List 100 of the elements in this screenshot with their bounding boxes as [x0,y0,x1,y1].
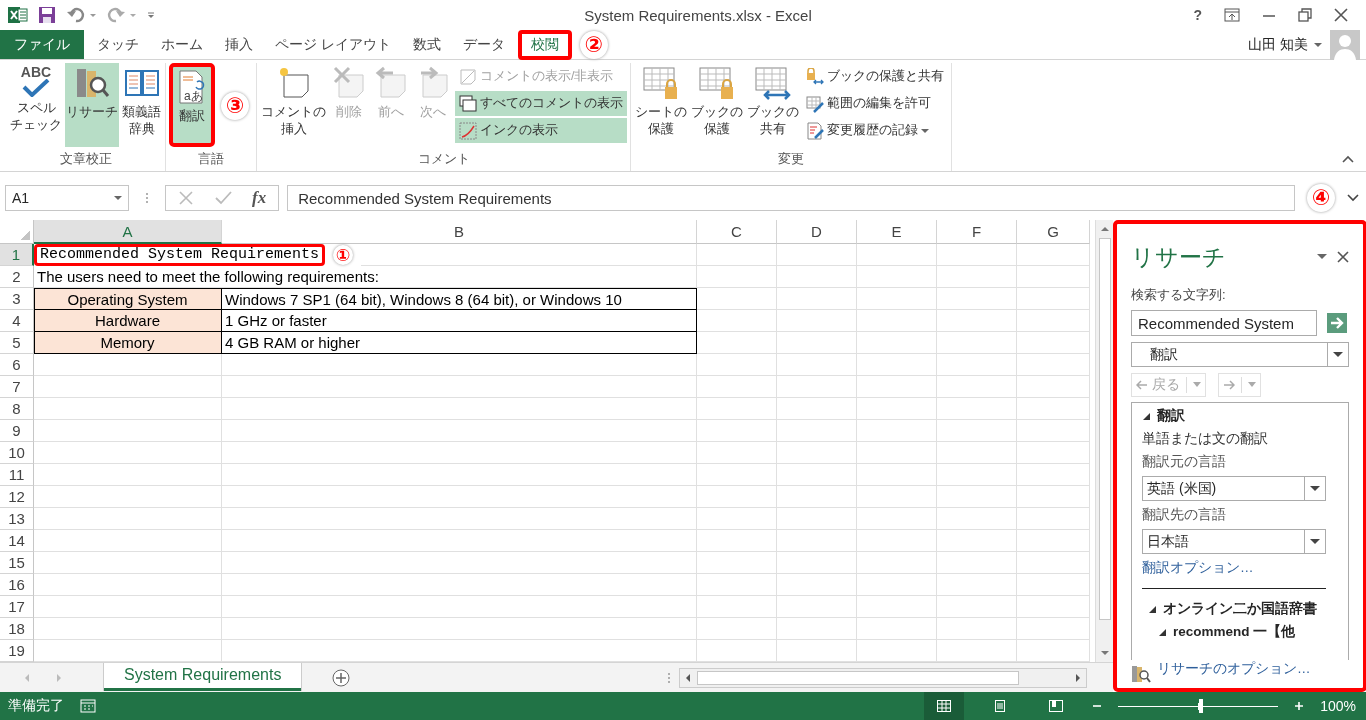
table-cell[interactable] [222,354,697,376]
source-language-dropdown[interactable]: 英語 (米国) [1142,476,1326,501]
table-cell[interactable] [777,288,857,310]
ribbon-button[interactable]: インクの表示 [455,118,627,143]
row-header[interactable]: 1 [0,244,34,266]
table-cell[interactable] [34,508,222,530]
table-cell[interactable] [777,508,857,530]
table-cell[interactable] [937,354,1017,376]
row-header[interactable]: 12 [0,486,34,508]
column-header[interactable]: G [1017,220,1090,244]
table-cell[interactable] [697,288,777,310]
ribbon-tab[interactable]: データ [453,30,514,59]
table-cell[interactable] [34,464,222,486]
table-cell[interactable] [34,442,222,464]
table-cell[interactable] [222,486,697,508]
table-cell[interactable] [1017,376,1090,398]
table-cell[interactable] [697,552,777,574]
table-cell[interactable] [222,420,697,442]
table-cell[interactable] [937,244,1017,266]
table-cell[interactable] [697,530,777,552]
table-cell[interactable] [937,464,1017,486]
restore-icon[interactable] [1298,8,1312,22]
table-cell[interactable] [697,464,777,486]
table-cell[interactable] [857,464,937,486]
table-cell[interactable] [777,420,857,442]
ribbon-button[interactable]: 類義語 辞典 [121,63,162,147]
translation-options-link[interactable]: 翻訳オプション… [1142,559,1254,577]
table-cell[interactable] [1017,530,1090,552]
ribbon-display-icon[interactable] [1224,8,1240,22]
ribbon-button[interactable]: コメントの 挿入 [260,63,327,147]
section-header[interactable]: オンライン二か国語辞書 [1142,600,1338,618]
go-arrow-button[interactable] [1327,313,1347,333]
table-cell[interactable] [857,266,937,288]
table-cell[interactable] [937,574,1017,596]
column-header[interactable]: A [34,220,222,244]
table-cell[interactable] [777,354,857,376]
table-cell[interactable] [1017,288,1090,310]
table-cell[interactable] [857,530,937,552]
row-header[interactable]: 18 [0,618,34,640]
table-cell[interactable] [777,596,857,618]
row-header[interactable]: 14 [0,530,34,552]
table-cell[interactable] [777,332,857,354]
table-cell[interactable] [1017,398,1090,420]
table-cell[interactable] [777,552,857,574]
row-header[interactable]: 9 [0,420,34,442]
table-cell[interactable] [777,310,857,332]
table-cell[interactable]: Recommended System Requirements [34,244,326,266]
table-cell[interactable] [697,376,777,398]
ribbon-button[interactable]: ブックの保護と共有 [802,64,948,89]
close-icon[interactable] [1334,8,1348,22]
right-arrow-icon[interactable] [1073,671,1083,684]
avatar-icon[interactable] [1330,29,1360,60]
ribbon-button[interactable]: リサーチ [65,63,119,147]
entry-header[interactable]: recommend 一【他 [1142,623,1338,641]
macro-recording-icon[interactable] [80,699,96,713]
table-cell[interactable] [697,442,777,464]
row-header[interactable]: 10 [0,442,34,464]
ribbon-button[interactable]: ブックの 共有 [746,63,800,147]
table-cell[interactable] [34,552,222,574]
caret-icon[interactable] [1317,254,1327,260]
table-cell[interactable] [937,486,1017,508]
table-cell[interactable] [1017,442,1090,464]
section-header[interactable]: 翻訳 [1142,407,1338,425]
ribbon-button[interactable]: aあ 翻訳 [169,63,215,147]
table-cell[interactable] [857,618,937,640]
research-options-link[interactable]: リサーチのオプション… [1157,660,1311,678]
table-cell[interactable] [777,398,857,420]
help-button[interactable]: ? [1193,7,1202,23]
table-cell[interactable] [777,266,857,288]
table-cell[interactable] [222,464,697,486]
ribbon-button[interactable]: すべてのコメントの表示 [455,91,627,116]
row-header[interactable]: 17 [0,596,34,618]
table-cell[interactable] [697,310,777,332]
table-cell[interactable] [697,508,777,530]
table-cell[interactable] [937,376,1017,398]
horizontal-scrollbar[interactable] [679,667,1087,688]
table-cell[interactable] [937,310,1017,332]
target-language-dropdown[interactable]: 日本語 [1142,529,1326,554]
search-field[interactable]: Recommended System [1131,310,1317,336]
expand-icon[interactable] [1347,194,1359,202]
cancel-icon[interactable] [178,190,194,206]
ribbon-button[interactable]: シートの 保護 [634,63,688,147]
table-cell[interactable] [777,574,857,596]
sheet-tab[interactable]: System Requirements [104,662,302,691]
table-cell[interactable] [857,508,937,530]
table-cell[interactable] [697,398,777,420]
zoom-in-icon[interactable] [1294,701,1305,711]
customize-toolbar-icon[interactable] [146,10,156,20]
table-cell[interactable] [857,288,937,310]
table-cell[interactable] [937,530,1017,552]
table-cell[interactable] [697,486,777,508]
table-cell[interactable] [697,420,777,442]
table-cell[interactable] [777,530,857,552]
formula-field[interactable]: Recommended System Requirements [287,185,1295,211]
table-cell[interactable] [777,486,857,508]
table-cell[interactable] [222,552,697,574]
table-cell[interactable] [857,332,937,354]
column-header[interactable]: F [937,220,1017,244]
table-cell[interactable] [34,574,222,596]
ribbon-tab[interactable]: タッチ [88,30,148,59]
